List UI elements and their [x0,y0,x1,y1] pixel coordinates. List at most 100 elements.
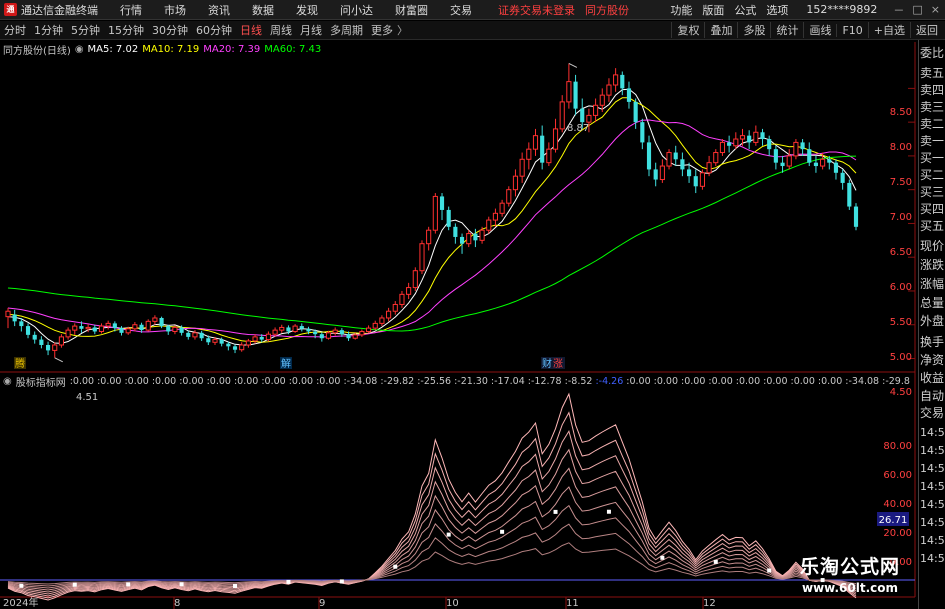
indicator-value: :0.00 [626,376,654,387]
candle-down [673,152,678,160]
candle-up [245,340,251,346]
main-chart-legend: 同方股份(日线) ◉ MA5: 7.02 MA10: 7.19 MA20: 7.… [3,42,325,57]
candle-down [79,326,84,329]
quote-label: 卖二 [920,117,945,131]
event-tag[interactable]: 腾 [15,357,25,370]
candle-up [699,172,705,187]
trade-time: 14:56 [920,498,945,511]
quote-label: 外盘 [920,314,945,328]
candle-up [5,310,11,318]
candle-down [459,236,465,244]
candle-down [319,334,324,339]
candle-down [232,346,238,350]
indicator-value: :0.00 [735,376,764,387]
indicator-current-value: 26.71 [879,515,908,526]
indicator-value: :0.00 [206,376,234,387]
indicator-marker [713,559,718,564]
event-tag[interactable]: 涨 [553,358,563,370]
candle-down [767,139,772,150]
indicator-legend: ◉ 股标指标网 :0.00 :0.00 :0.00 :0.00 :0.00 :0… [3,374,910,389]
ma10-line [7,97,857,343]
candle-up [272,329,278,335]
indicator-value: :0.00 [179,376,207,387]
candle-up [786,155,792,167]
indicator-marker [393,564,398,569]
indicator-marker [126,582,131,587]
indicator-value: :-8.52 [564,376,596,387]
indicator-values: :0.00 :0.00 :0.00 :0.00 :0.00 :0.00 :0.0… [70,376,910,387]
indicator-value: :0.00 [653,376,682,387]
candle-up [399,293,405,305]
candle-up [292,325,298,332]
trade-time: 14:56 [920,516,945,529]
candle-down [620,74,625,89]
candle-up [419,243,425,272]
indicator-value: :0.00 [97,376,125,387]
candle-down [259,336,264,340]
quote-label: 涨幅 [920,277,945,291]
trade-time: 14:56 [920,480,945,493]
indicator-marker [19,583,24,588]
candle-up [352,334,358,339]
price-tick: 8.50 [890,107,912,118]
watermark-logo: 乐淘公式网 www.60lt.com [782,553,918,609]
candle-up [325,332,332,339]
ma-lines [7,88,857,346]
trade-time: 14:56 [920,534,945,547]
indicator-chart [0,392,915,601]
candle-down [853,206,859,227]
indicator-value: :0.00 [316,376,344,387]
indicator-value: :-29.8 [882,376,910,387]
quote-label: 买三 [920,185,945,199]
indicator-value: :0.00 [261,376,289,387]
indicator-value: :-17.04 [490,376,528,387]
indicator-value: :-34.08 [845,376,883,387]
candle-up [719,141,726,154]
candle-up [593,104,599,116]
event-tag[interactable]: 财 [542,357,552,370]
candle-up [426,229,432,245]
indicator-tick: 20.00 [883,528,912,539]
candle-down [580,108,585,123]
quote-label: 现价 [920,239,945,253]
candle-up [412,270,418,289]
settings-circle-icon[interactable]: ◉ [3,376,12,387]
price-tick: 6.50 [890,247,912,258]
auto-trade-label[interactable]: 自动 [920,388,945,404]
indicator-line [7,486,857,591]
candle-down [32,334,37,340]
event-tag[interactable]: 解 [281,357,291,370]
settings-circle-icon[interactable]: ◉ [75,44,84,55]
candle-down [226,343,231,347]
chart-title[interactable]: 同方股份(日线) [3,42,71,57]
high-price-label: 8.87 [567,123,589,134]
low-pointer [54,357,63,363]
candle-down [219,339,224,344]
auto-trade-label[interactable]: 交易 [920,405,945,421]
candle-up [132,324,138,330]
indicator-name[interactable]: 股标指标网 [16,374,66,389]
candle-down [313,331,318,335]
candle-up [733,138,739,147]
kline-chart[interactable]: 8.50 8.00 7.50 7.00 6.50 6.00 5.50 5.00 … [0,0,945,609]
candle-up [466,233,472,245]
candle-down [727,142,732,146]
candle-down [119,328,124,333]
chart-axes: 8.50 8.00 7.50 7.00 6.50 6.00 5.50 5.00 … [3,107,912,609]
quote-label: 收益 [920,371,945,385]
x-axis-label: 10 [446,598,459,609]
candle-up [145,320,151,331]
candle-up [265,333,271,341]
candle-down [186,332,191,337]
indicator-marker [606,509,611,514]
quote-label: 卖一 [920,134,945,148]
candle-down [299,326,304,329]
indicator-value: :0.00 [708,376,736,387]
candle-down [179,327,184,333]
indicator-value: :0.00 [790,376,818,387]
candle-down [653,169,658,180]
candle-down [306,328,311,332]
quote-label: 卖三 [920,100,945,114]
candle-down [640,122,645,143]
price-tick: 7.50 [890,177,912,188]
